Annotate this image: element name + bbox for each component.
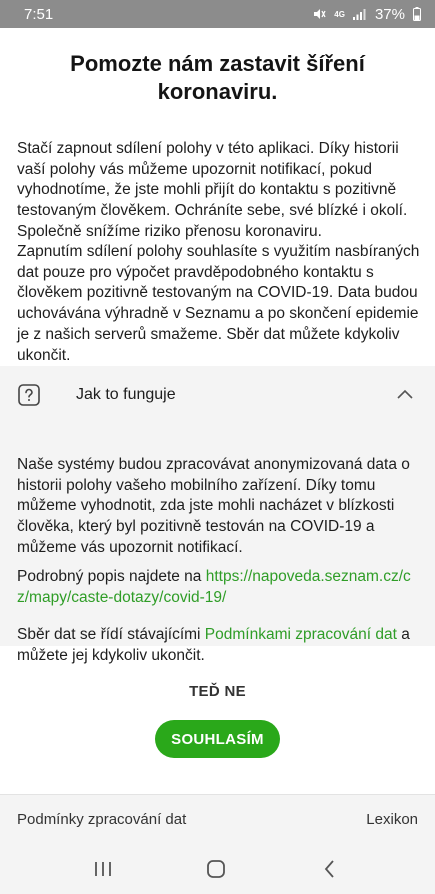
terms-prefix: Sběr dat se řídí stávajícími [17, 626, 205, 643]
not-now-button[interactable]: TEĎ NE [150, 676, 285, 706]
home-icon[interactable] [204, 858, 228, 880]
mute-icon [314, 9, 326, 19]
recent-apps-icon[interactable] [91, 858, 115, 880]
help-prefix: Podrobný popis najdete na [17, 568, 206, 585]
network-label: 4G [334, 9, 345, 19]
footer-lexikon-link[interactable]: Lexikon [366, 811, 418, 828]
accordion-terms-line: Sběr dat se řídí stávajícími Podmínkami … [17, 625, 422, 666]
battery-percent: 37% [374, 5, 405, 23]
footer-privacy-link[interactable]: Podmínky zpracování dat [17, 811, 186, 828]
status-time: 7:51 [24, 5, 54, 23]
status-bar: 7:51 4G 37% [0, 0, 435, 28]
consent-dialog: Pomozte nám zastavit šíření koronaviru. … [0, 28, 435, 844]
chevron-up-icon[interactable] [396, 388, 414, 400]
status-icons: 4G 37% [312, 6, 421, 23]
accordion-header[interactable]: Jak to funguje [0, 366, 435, 426]
dialog-title: Pomozte nám zastavit šíření koronaviru. [70, 51, 365, 104]
help-icon [18, 384, 40, 406]
accordion-body-text: Naše systémy budou zpracovávat anonymizo… [17, 456, 410, 556]
battery-icon [413, 7, 421, 21]
footer: Podmínky zpracování dat Lexikon [0, 794, 435, 844]
back-icon[interactable] [318, 858, 342, 880]
intro-paragraph: Stačí zapnout sdílení polohy v této apli… [17, 140, 408, 240]
accordion-title: Jak to funguje [76, 386, 176, 403]
how-it-works-accordion: Jak to funguje Naše systémy budou zpraco… [0, 366, 435, 664]
signal-icon [352, 9, 366, 20]
android-nav-bar [0, 844, 435, 894]
accordion-help-line: Podrobný popis najdete na https://napove… [17, 567, 422, 608]
agree-button[interactable]: SOUHLASÍM [155, 720, 280, 758]
consent-paragraph: Zapnutím sdílení polohy souhlasíte s vyu… [17, 243, 420, 364]
terms-link[interactable]: Podmínkami zpracování dat [205, 626, 397, 643]
